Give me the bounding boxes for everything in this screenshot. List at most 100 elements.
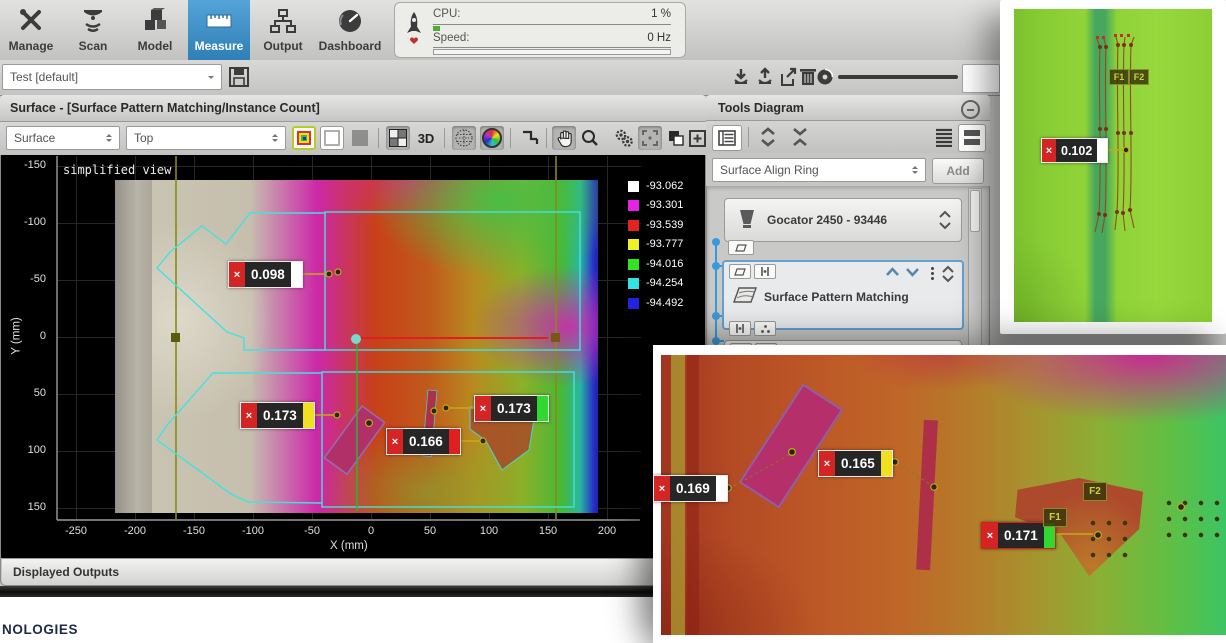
nav-output-button[interactable]: Output — [252, 0, 314, 60]
record-disk-icon[interactable] — [818, 70, 833, 85]
playback-slider[interactable] — [838, 75, 958, 79]
expand-plus-icon — [689, 130, 706, 147]
delete-measurement-icon[interactable] — [654, 476, 670, 501]
nav-manage-button[interactable]: Manage — [0, 0, 62, 60]
cpu-status-row: CPU: 1 % — [433, 8, 671, 20]
view-quadrant-button[interactable] — [386, 126, 410, 150]
y-tick: -50 — [2, 273, 46, 285]
surface-panel-title: Surface - [Surface Pattern Matching/Inst… — [0, 95, 706, 122]
measure-ruler-icon — [204, 7, 234, 35]
measurement-flag[interactable]: 0.166 — [386, 428, 461, 455]
pattern-dots-icon — [760, 324, 771, 334]
delete-measurement-icon[interactable] — [229, 262, 245, 287]
compact-list-button[interactable] — [934, 127, 954, 147]
pan-tool-button[interactable] — [552, 126, 576, 150]
measurement-flag[interactable]: 0.169 — [653, 475, 728, 502]
measurement-flag[interactable]: 0.165 — [818, 450, 893, 477]
delete-measurement-icon[interactable] — [475, 396, 491, 421]
x-tick: -200 — [124, 525, 146, 537]
detailed-list-button[interactable] — [958, 124, 986, 152]
measurement-flag[interactable]: 0.102 — [1041, 138, 1108, 163]
y-tick: -100 — [2, 216, 46, 228]
tool-card-title: Surface Pattern Matching — [764, 290, 909, 304]
view-colorwheel-button[interactable] — [480, 126, 504, 150]
frame-index-input[interactable] — [962, 64, 1000, 93]
surface-source-select[interactable]: Surface — [6, 126, 120, 150]
surface-viewpoint-select[interactable]: Top — [126, 126, 286, 150]
x-tick: 0 — [368, 525, 374, 537]
move-tool-down-button[interactable] — [905, 266, 920, 278]
legend-value: -94.016 — [646, 258, 683, 270]
delete-measurement-icon[interactable] — [819, 451, 835, 476]
tool-type-select[interactable]: Surface Align Ring — [712, 158, 926, 182]
view-3d-button[interactable]: 3D — [414, 126, 438, 150]
tool-card-sensor[interactable]: Gocator 2450 - 93446 — [724, 198, 962, 242]
rocket-icon — [403, 11, 425, 51]
expand-all-button[interactable] — [756, 125, 780, 149]
delete-job-icon[interactable] — [800, 69, 816, 85]
delete-measurement-icon[interactable] — [982, 523, 998, 548]
cpu-progress-bar — [433, 26, 440, 31]
view-settings-button[interactable] — [612, 126, 636, 150]
tool-input-tab[interactable] — [729, 264, 751, 279]
x-tick: 150 — [539, 525, 557, 537]
sensor-output-tab[interactable] — [728, 240, 754, 255]
tool-pattern-tab[interactable] — [754, 321, 776, 336]
collapse-all-button[interactable] — [788, 125, 812, 149]
nav-model-button[interactable]: Model — [124, 0, 186, 60]
view-grayscale-button[interactable] — [320, 126, 344, 150]
move-tool-up-button[interactable] — [885, 266, 900, 278]
card-collapse-icon[interactable] — [942, 265, 954, 283]
export-job-icon[interactable] — [782, 69, 795, 85]
expand-view-button[interactable] — [688, 126, 706, 150]
add-tool-button[interactable]: Add — [932, 158, 984, 184]
add-tool-label: Add — [946, 164, 969, 178]
tool-anchor-tab[interactable] — [754, 264, 776, 279]
delete-measurement-icon[interactable] — [387, 429, 403, 454]
snapshot-button[interactable] — [664, 126, 688, 150]
measurement-color-chip — [291, 262, 302, 287]
view-solid-button[interactable] — [348, 126, 372, 150]
color-wheel-icon — [482, 128, 502, 148]
tool-card-surface-pattern-matching[interactable]: Surface Pattern Matching — [722, 260, 964, 330]
displayed-outputs-bar[interactable]: Displayed Outputs — [2, 558, 704, 585]
x-tick: 50 — [424, 525, 436, 537]
save-job-button[interactable] — [228, 66, 250, 88]
mesh-grid-icon — [455, 129, 473, 147]
legend-row: -93.301 — [628, 199, 683, 211]
magnifier-icon — [581, 129, 599, 147]
measurement-flag[interactable]: 0.173 — [240, 402, 315, 429]
nav-scan-button[interactable]: Scan — [62, 0, 124, 60]
nav-measure-button[interactable]: Measure — [188, 0, 250, 60]
hand-pan-icon — [555, 129, 574, 148]
view-heatmap-button[interactable] — [292, 126, 316, 150]
tools-scrollbar-thumb[interactable] — [970, 190, 980, 232]
download-job-icon[interactable] — [735, 69, 747, 83]
tool-measurement-tab[interactable] — [729, 321, 751, 336]
nav-dashboard-button[interactable]: Dashboard — [314, 0, 386, 60]
diagram-view-button[interactable] — [712, 125, 742, 151]
legend-value: -94.492 — [646, 297, 683, 309]
quadrant-view-icon — [389, 129, 407, 147]
tool-menu-icon[interactable] — [931, 267, 934, 280]
f1-text: F1 — [1049, 512, 1061, 523]
card-collapse-icon[interactable] — [939, 209, 951, 231]
collapse-panel-button[interactable] — [961, 100, 980, 119]
view-mesh-button[interactable] — [452, 126, 476, 150]
app-window: Manage Scan Model Measure — [0, 0, 1226, 643]
y-axis-label: Y (mm) — [11, 317, 23, 354]
delete-measurement-icon[interactable] — [241, 403, 257, 428]
fit-view-button[interactable] — [638, 126, 662, 150]
zoom-tool-button[interactable] — [578, 126, 602, 150]
delete-measurement-icon[interactable] — [1042, 139, 1056, 162]
profile-section-button[interactable] — [518, 126, 542, 150]
surface-source-value: Surface — [14, 131, 55, 145]
legend-swatch — [628, 181, 639, 192]
upload-job-icon[interactable] — [759, 69, 771, 83]
measurement-flag[interactable]: 0.098 — [228, 261, 303, 288]
model-cubes-icon — [140, 7, 170, 35]
measurement-color-chip — [449, 429, 460, 454]
measurement-value: 0.173 — [257, 403, 303, 428]
job-select[interactable]: Test [default] — [2, 64, 222, 90]
measurement-flag[interactable]: 0.173 — [474, 395, 549, 422]
